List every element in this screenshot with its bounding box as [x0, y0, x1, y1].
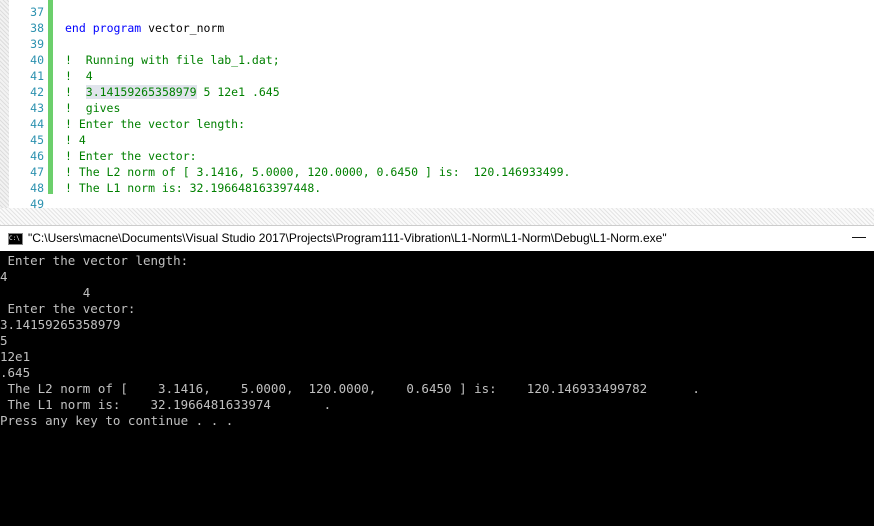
line-number: 39	[30, 37, 44, 51]
code-line: ! Running with file lab_1.dat;	[65, 53, 280, 67]
line-number: 48	[30, 181, 44, 195]
code-line: ! The L2 norm of [ 3.1416, 5.0000, 120.0…	[65, 165, 571, 179]
line-number: 41	[30, 69, 44, 83]
console-line: The L1 norm is: 32.1966481633974 .	[0, 397, 332, 412]
console-line: 3.14159265358979	[0, 317, 121, 332]
console-output[interactable]: Enter the vector length: 4 4 Enter the v…	[0, 251, 874, 526]
console-line: 12e1	[0, 349, 31, 364]
console-line: 4	[0, 285, 91, 300]
line-number: 37	[30, 5, 44, 19]
console-line: .645	[0, 365, 31, 380]
line-number: 46	[30, 149, 44, 163]
code-line: ! The L1 norm is: 32.196648163397448.	[65, 181, 322, 195]
identifier: vector_norm	[148, 21, 225, 35]
keyword: program	[92, 21, 142, 35]
comment-rest: 5 12e1 .645	[196, 85, 280, 99]
console-title-bar[interactable]: C:\ "C:\Users\macne\Documents\Visual Stu…	[0, 225, 874, 252]
console-line: 4	[0, 269, 8, 284]
console-line: Enter the vector length:	[0, 253, 189, 268]
console-window-title: "C:\Users\macne\Documents\Visual Studio …	[28, 231, 667, 245]
line-number: 43	[30, 101, 44, 115]
code-line: end program vector_norm	[65, 20, 224, 36]
code-line: ! Enter the vector:	[65, 149, 197, 163]
console-line: Enter the vector:	[0, 301, 136, 316]
code-line: ! 4	[65, 69, 93, 83]
highlighted-text: 3.14159265358979	[85, 85, 197, 99]
line-number: 40	[30, 53, 44, 67]
line-number: 44	[30, 117, 44, 131]
minimize-button[interactable]: —	[852, 228, 866, 244]
keyword: end	[65, 21, 86, 35]
line-number: 45	[30, 133, 44, 147]
code-line: ! 4	[65, 133, 86, 147]
console-icon: C:\	[8, 233, 23, 245]
line-number: 47	[30, 165, 44, 179]
code-line: ! gives	[65, 101, 121, 115]
code-line: ! 3.14159265358979 5 12e1 .645	[65, 84, 280, 100]
code-editor[interactable]: 37 38 end program vector_norm 39 40 ! Runn…	[0, 0, 874, 211]
line-number: 38	[30, 21, 44, 35]
code-line: ! Enter the vector length:	[65, 117, 246, 131]
console-line: 5	[0, 333, 8, 348]
console-line: Press any key to continue . . .	[0, 413, 234, 428]
window-separator	[0, 208, 874, 225]
console-line: The L2 norm of [ 3.1416, 5.0000, 120.000…	[0, 381, 700, 396]
line-number: 42	[30, 85, 44, 99]
comment-prefix: !	[65, 85, 86, 99]
